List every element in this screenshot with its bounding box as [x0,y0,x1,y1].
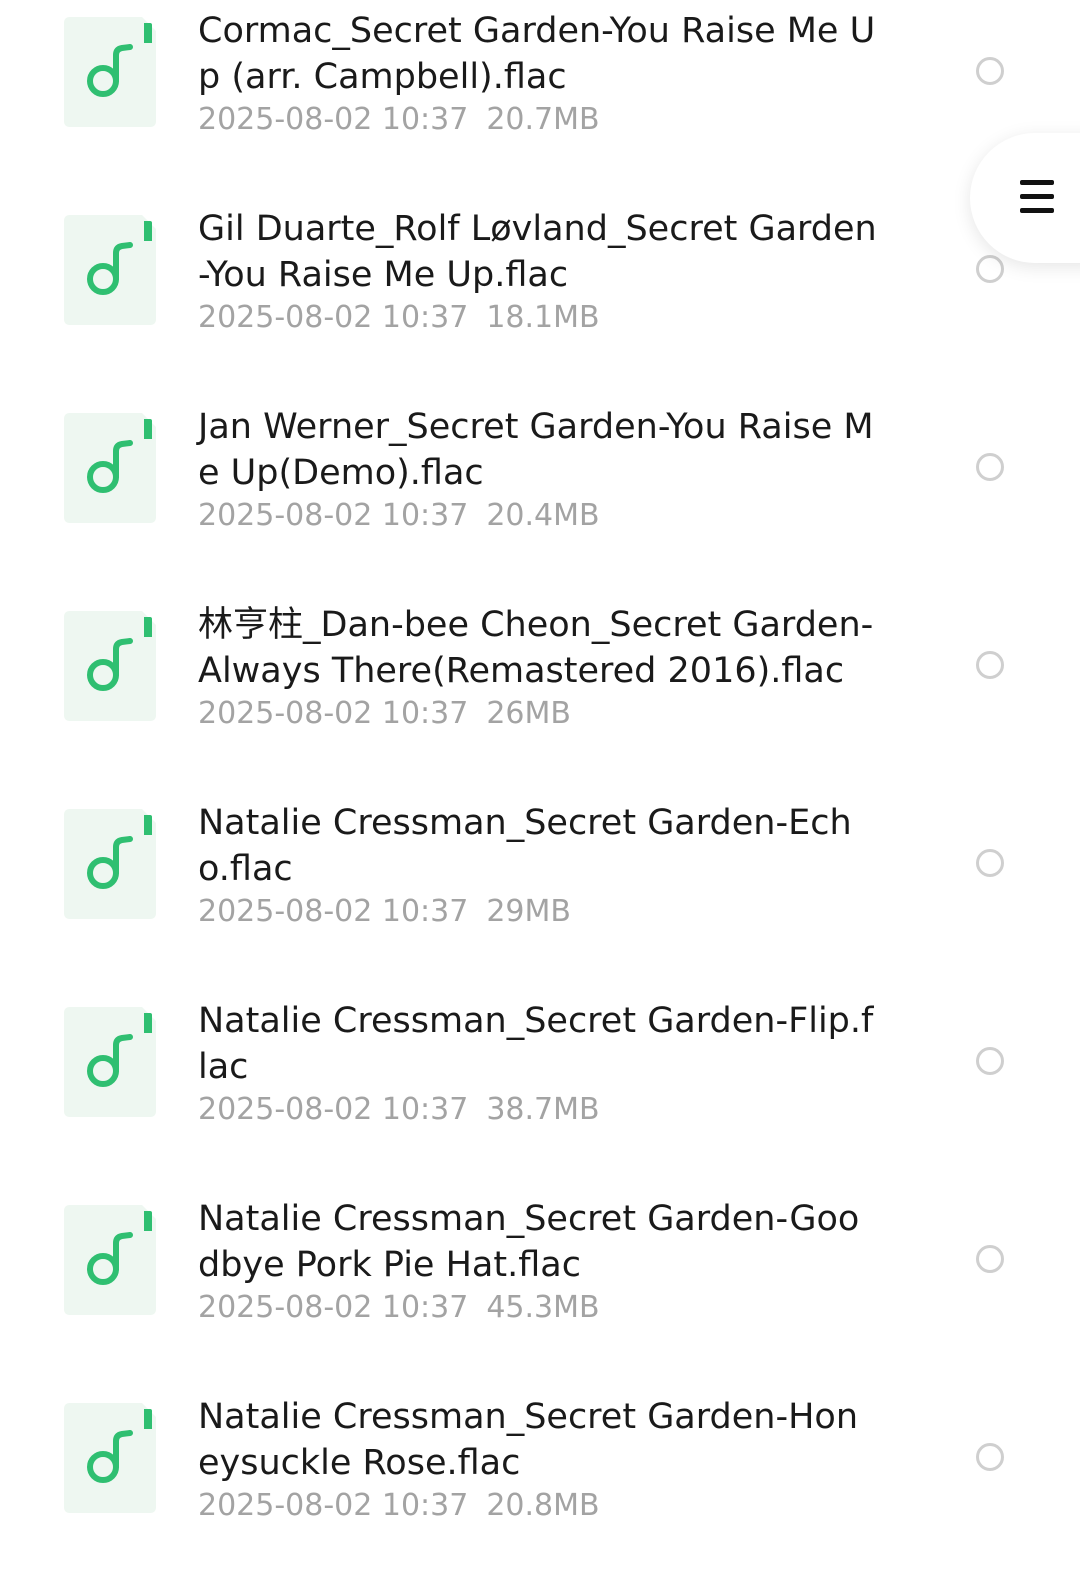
music-file-icon [64,611,156,721]
file-name: Cormac_Secret Garden-You Raise Me Up (ar… [198,11,876,97]
file-size: 20.7MB [486,102,600,137]
select-radio[interactable] [976,651,1004,679]
file-name: Natalie Cressman_Secret Garden-Echo.flac [198,803,852,889]
file-row[interactable]: Gil Duarte_Rolf Løvland_Secret Garden-Yo… [0,198,1080,396]
file-meta: 2025-08-02 10:37 26MB [198,694,571,734]
file-list: Cormac_Secret Garden-You Raise Me Up (ar… [0,0,1080,1591]
file-size: 45.3MB [486,1290,600,1325]
music-file-icon [64,17,156,127]
file-date: 2025-08-02 10:37 [198,1290,469,1325]
hamburger-menu-icon [1020,180,1054,214]
file-size: 29MB [486,894,571,929]
file-row[interactable]: Cormac_Secret Garden-You Raise Me Up (ar… [0,0,1080,198]
file-meta: 2025-08-02 10:37 18.1MB [198,298,600,338]
file-date: 2025-08-02 10:37 [198,1092,469,1127]
file-size: 20.8MB [486,1488,600,1523]
file-name: Natalie Cressman_Secret Garden-Honeysuck… [198,1397,859,1483]
file-meta: 2025-08-02 10:37 38.7MB [198,1090,600,1130]
music-file-icon [64,1403,156,1513]
file-date: 2025-08-02 10:37 [198,300,469,335]
select-radio[interactable] [976,849,1004,877]
music-file-icon [64,413,156,523]
file-name: 林亨柱_Dan-bee Cheon_Secret Garden-Always T… [198,605,874,691]
file-size: 38.7MB [486,1092,600,1127]
file-name: Natalie Cressman_Secret Garden-Goodbye P… [198,1199,860,1285]
music-file-icon [64,1205,156,1315]
file-meta: 2025-08-02 10:37 20.7MB [198,100,600,140]
file-name: Jan Werner_Secret Garden-You Raise Me Up… [198,407,874,493]
file-name: Natalie Cressman_Secret Garden-Flip.flac [198,1001,874,1087]
select-radio[interactable] [976,453,1004,481]
file-meta: 2025-08-02 10:37 20.4MB [198,496,600,536]
file-name: Gil Duarte_Rolf Løvland_Secret Garden-Yo… [198,209,877,295]
file-row[interactable]: Jan Werner_Secret Garden-You Raise Me Up… [0,396,1080,594]
file-row[interactable]: Natalie Cressman_Secret Garden-Honeysuck… [0,1386,1080,1584]
select-radio[interactable] [976,255,1004,283]
file-date: 2025-08-02 10:37 [198,696,469,731]
music-file-icon [64,1007,156,1117]
select-radio[interactable] [976,1245,1004,1273]
select-radio[interactable] [976,1047,1004,1075]
file-date: 2025-08-02 10:37 [198,1488,469,1523]
file-meta: 2025-08-02 10:37 45.3MB [198,1288,600,1328]
file-row[interactable]: 林亨柱_Dan-bee Cheon_Secret Garden-Always T… [0,594,1080,792]
file-meta: 2025-08-02 10:37 29MB [198,892,571,932]
file-date: 2025-08-02 10:37 [198,498,469,533]
select-radio[interactable] [976,1443,1004,1471]
file-size: 18.1MB [486,300,600,335]
file-date: 2025-08-02 10:37 [198,102,469,137]
file-size: 20.4MB [486,498,600,533]
file-date: 2025-08-02 10:37 [198,894,469,929]
music-file-icon [64,809,156,919]
file-row[interactable]: Natalie Cressman_Secret Garden-Echo.flac… [0,792,1080,990]
file-size: 26MB [486,696,571,731]
file-row[interactable]: Natalie Cressman_Secret Garden-Goodbye P… [0,1188,1080,1386]
file-meta: 2025-08-02 10:37 20.8MB [198,1486,600,1526]
select-radio[interactable] [976,57,1004,85]
music-file-icon [64,215,156,325]
file-row[interactable]: Natalie Cressman_Secret Garden-Flip.flac… [0,990,1080,1188]
